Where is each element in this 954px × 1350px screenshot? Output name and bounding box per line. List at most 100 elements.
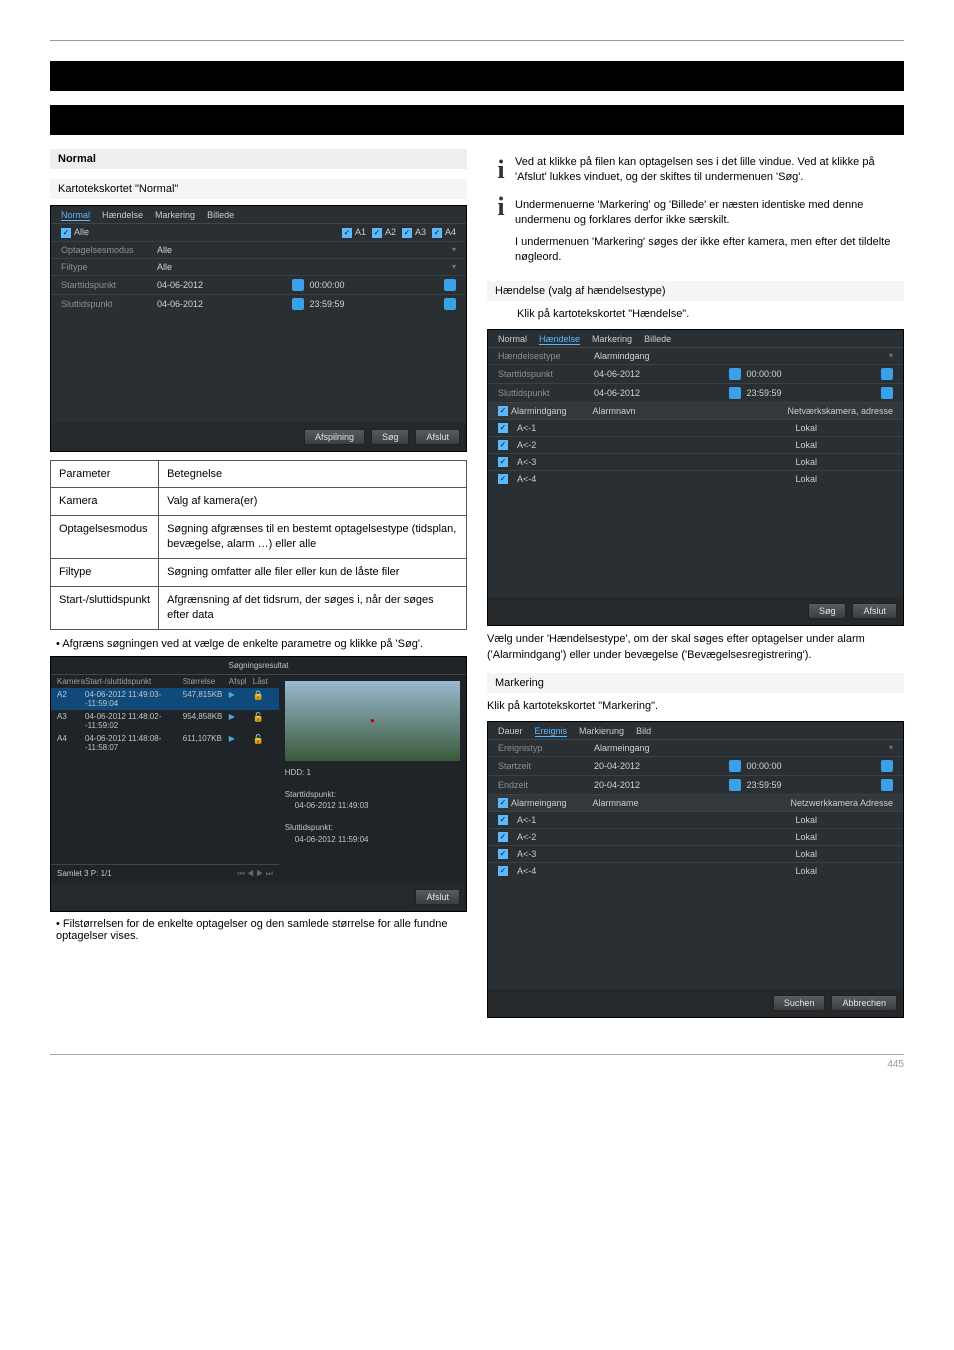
panel-event-de: Dauer Ereignis Markierung Bild Ereignist…: [487, 721, 904, 1019]
top-rule: [50, 40, 904, 41]
search-button[interactable]: Søg: [808, 603, 847, 619]
close-button[interactable]: Afslut: [852, 603, 897, 619]
start-date[interactable]: 04-06-2012: [157, 280, 286, 290]
sr-close-button[interactable]: Afslut: [415, 889, 460, 905]
end-time[interactable]: 23:59:59: [310, 299, 439, 309]
calendar-icon[interactable]: [729, 779, 741, 791]
alarm-row-4[interactable]: A<-4Lokal: [488, 862, 903, 879]
row-start: Starttidspunkt 04-06-2012 00:00:00: [51, 275, 466, 294]
lock-icon[interactable]: 🔓: [251, 712, 275, 730]
param-table: Parameter Betegnelse Kamera Valg af kame…: [50, 460, 467, 630]
panel-event-da: Normal Hændelse Markering Billede Hændel…: [487, 329, 904, 627]
tab-bild[interactable]: Bild: [636, 726, 651, 737]
play-icon[interactable]: ▶: [227, 712, 251, 730]
clock-icon[interactable]: [881, 387, 893, 399]
chk-alarm-header[interactable]: Alarmindgang: [498, 406, 567, 417]
search-button[interactable]: Søg: [371, 429, 410, 445]
chk-a1[interactable]: A1: [342, 227, 366, 238]
start-label: Starttidspunkt: [61, 280, 151, 290]
calendar-icon[interactable]: [729, 760, 741, 772]
info-block-1: i Ved at klikke på filen kan optagelsen …: [487, 155, 904, 186]
chk-a3[interactable]: A3: [402, 227, 426, 238]
alarm-row-4[interactable]: A<-4Lokal: [488, 470, 903, 487]
row-start: Starttidspunkt 04-06-2012 00:00:00: [488, 364, 903, 383]
panel-footer: Afspilning Søg Afslut: [51, 423, 466, 451]
calendar-icon[interactable]: [729, 387, 741, 399]
st-val: 04-06-2012 11:49:03: [285, 800, 460, 811]
tab-normal[interactable]: Normal: [498, 334, 527, 345]
close-button[interactable]: Afslut: [415, 429, 460, 445]
play-icon[interactable]: ▶: [227, 734, 251, 752]
et-lbl: Sluttidspunkt:: [285, 822, 460, 833]
pager[interactable]: ⏮ ◀ ▶ ⏭: [237, 869, 272, 879]
start-time[interactable]: 00:00:00: [310, 280, 439, 290]
pv-camera: Valg af kamera(er): [159, 488, 467, 516]
tab-picture[interactable]: Billede: [207, 210, 234, 221]
lock-icon[interactable]: 🔒: [251, 690, 275, 708]
clock-icon[interactable]: [444, 279, 456, 291]
dropdown-icon[interactable]: ▾: [452, 245, 456, 254]
page: Normal Kartotekskortet "Normal" Normal H…: [0, 0, 954, 1100]
search-button[interactable]: Suchen: [773, 995, 826, 1011]
chk-all[interactable]: Alle: [61, 227, 89, 238]
calendar-icon[interactable]: [292, 279, 304, 291]
sr-left: Kamera Start-/sluttidspunkt Størrelse Af…: [51, 675, 279, 883]
alarm-header-row: Alarmindgang Alarmnavn Netværkskamera, a…: [488, 402, 903, 420]
pn-recmode: Optagelsesmodus: [51, 516, 159, 559]
alarm-row-1[interactable]: A<-1Lokal: [488, 811, 903, 828]
chk-a4[interactable]: A4: [432, 227, 456, 238]
sr-row-2[interactable]: A3 04-06-2012 11:48:02--11:59:02 954,858…: [51, 710, 279, 732]
tab-picture[interactable]: Billede: [644, 334, 671, 345]
row-start: Startzeit 20-04-2012 00:00:00: [488, 756, 903, 775]
dropdown-icon[interactable]: ▾: [452, 262, 456, 271]
dropdown-icon[interactable]: ▾: [889, 743, 893, 752]
pn-filetype: Filtype: [51, 559, 159, 587]
alarm-row-1[interactable]: A<-1Lokal: [488, 419, 903, 436]
et-val: 04-06-2012 11:59:04: [285, 834, 460, 845]
tab-event[interactable]: Hændelse: [102, 210, 143, 221]
dropdown-icon[interactable]: ▾: [889, 351, 893, 360]
bullet-1: • Afgræns søgningen ved at vælge de enke…: [56, 638, 467, 650]
pn-time: Start-/sluttidspunkt: [51, 586, 159, 629]
tab-ereignis[interactable]: Ereignis: [535, 726, 568, 737]
play-icon[interactable]: ▶: [227, 690, 251, 708]
chk-a2[interactable]: A2: [372, 227, 396, 238]
sr-row-3[interactable]: A4 04-06-2012 11:48:08--11:58:07 611,107…: [51, 732, 279, 754]
page-number: 445: [887, 1059, 904, 1070]
tab-normal[interactable]: Normal: [61, 210, 90, 221]
end-date[interactable]: 04-06-2012: [157, 299, 286, 309]
play-button[interactable]: Afspilning: [304, 429, 365, 445]
recmode-val[interactable]: Alle: [157, 245, 446, 255]
tab-marking[interactable]: Markering: [592, 334, 632, 345]
tab-event[interactable]: Hændelse: [539, 334, 580, 345]
info-text-1: Ved at klikke på filen kan optagelsen se…: [515, 155, 904, 186]
lock-icon[interactable]: 🔓: [251, 734, 275, 752]
sr-row-1[interactable]: A2 04-06-2012 11:49:03--11:59:04 547,815…: [51, 688, 279, 710]
hdd: HDD: 1: [285, 767, 460, 778]
end-label: Sluttidspunkt: [61, 299, 151, 309]
row-end: Sluttidspunkt 04-06-2012 23:59:59: [488, 383, 903, 402]
calendar-icon[interactable]: [292, 298, 304, 310]
clock-icon[interactable]: [881, 779, 893, 791]
preview-thumbnail[interactable]: ●: [285, 681, 460, 761]
clock-icon[interactable]: [444, 298, 456, 310]
recmode-label: Optagelsesmodus: [61, 245, 151, 255]
chk-alarm-header[interactable]: Alarmeingang: [498, 798, 567, 809]
calendar-icon[interactable]: [729, 368, 741, 380]
alarm-row-3[interactable]: A<-3Lokal: [488, 845, 903, 862]
tab-markierung[interactable]: Markierung: [579, 726, 624, 737]
alarm-row-2[interactable]: A<-2Lokal: [488, 436, 903, 453]
alarm-row-3[interactable]: A<-3Lokal: [488, 453, 903, 470]
panel-tabs: Normal Hændelse Markering Billede: [488, 330, 903, 348]
tab-dauer[interactable]: Dauer: [498, 726, 523, 737]
sr-end: Afslut: [51, 883, 466, 911]
alarm-row-2[interactable]: A<-2Lokal: [488, 828, 903, 845]
tab-marking[interactable]: Markering: [155, 210, 195, 221]
clock-icon[interactable]: [881, 368, 893, 380]
h-size: Størrelse: [181, 677, 227, 686]
close-button[interactable]: Abbrechen: [831, 995, 897, 1011]
clock-icon[interactable]: [881, 760, 893, 772]
sr-empty: [51, 754, 279, 864]
sr-head: Kamera Start-/sluttidspunkt Størrelse Af…: [51, 675, 279, 688]
filetype-val[interactable]: Alle: [157, 262, 446, 272]
